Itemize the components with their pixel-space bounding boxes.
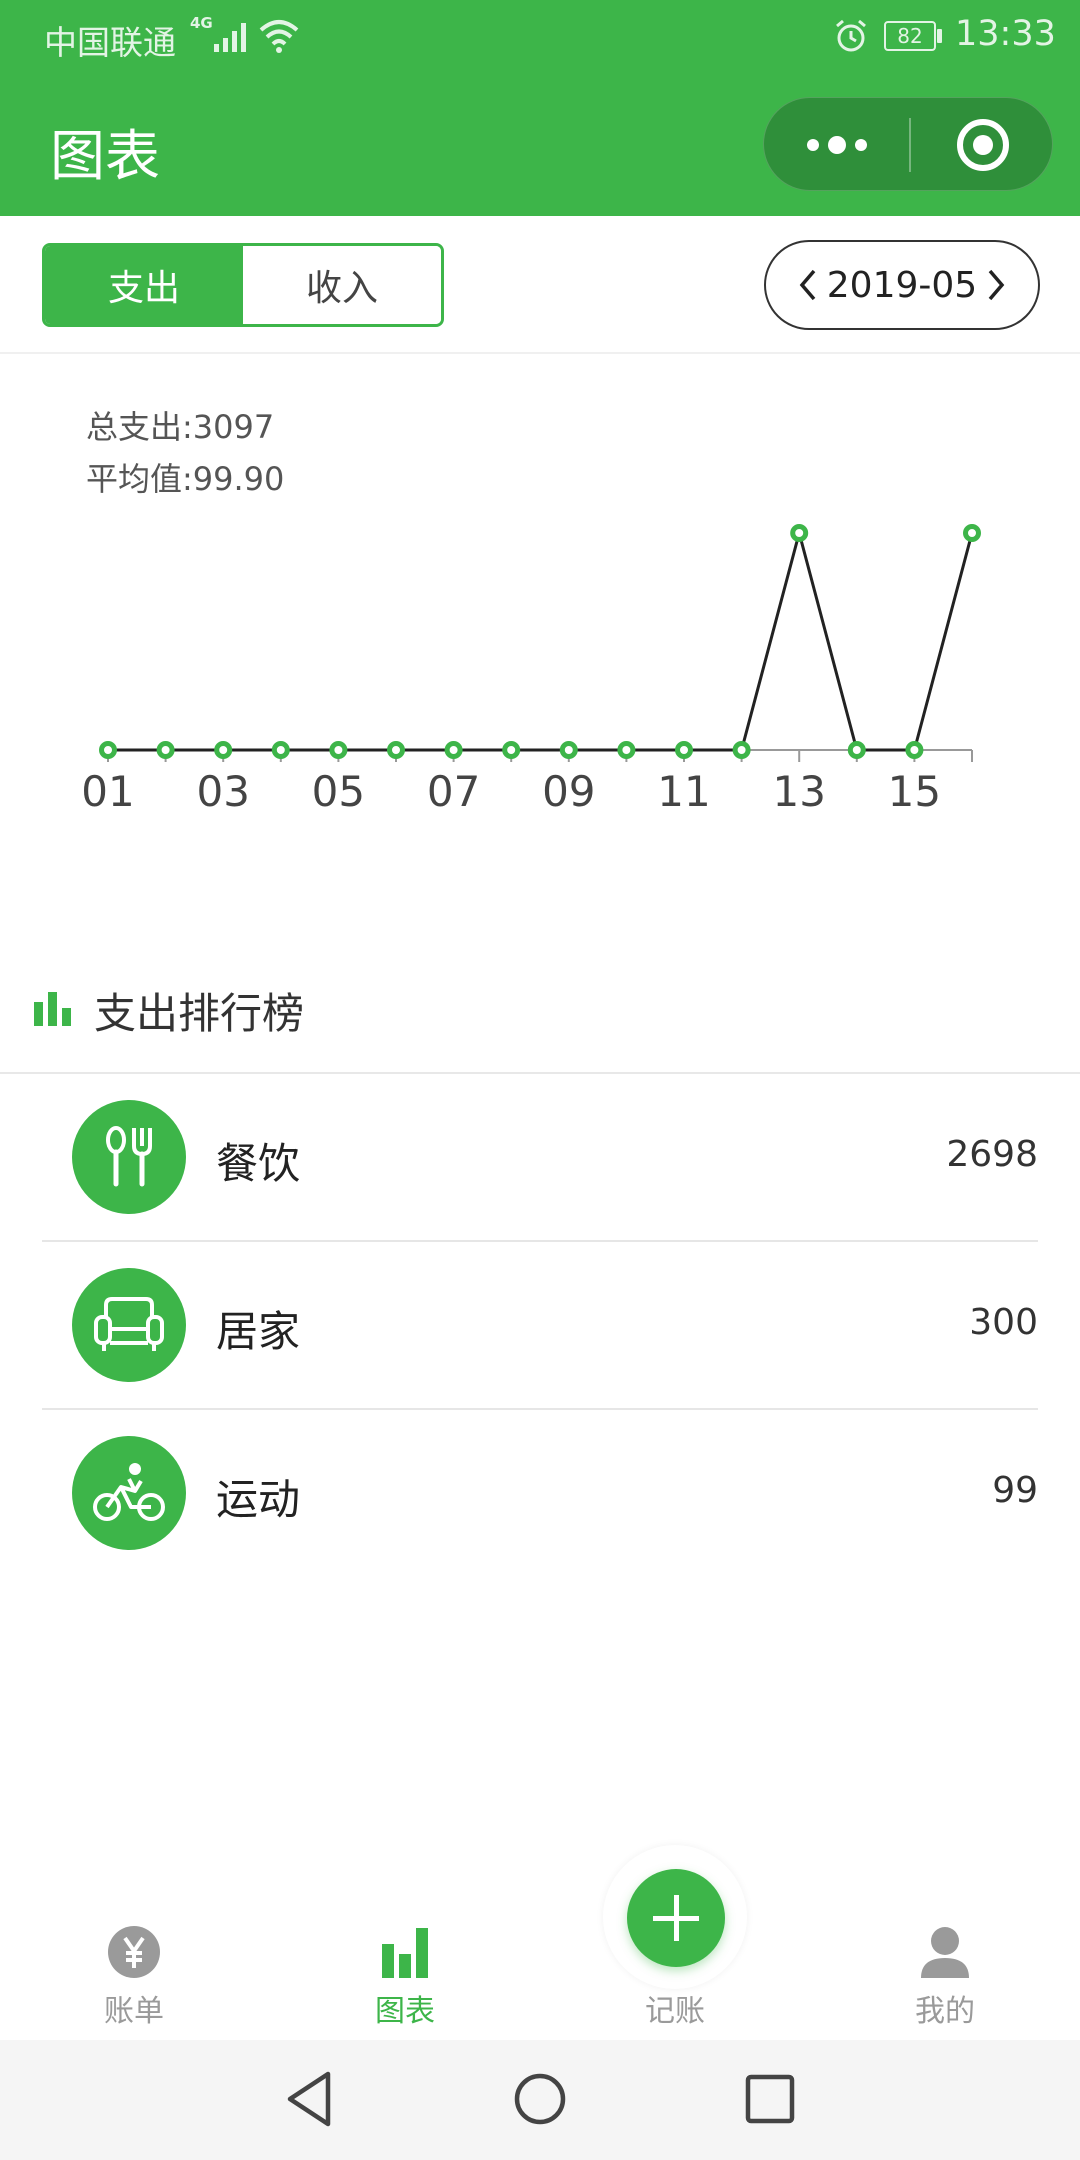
x-tick-label: 13 xyxy=(772,767,825,816)
back-icon[interactable] xyxy=(284,2070,334,2128)
chevron-right-icon[interactable] xyxy=(985,268,1007,302)
x-tick-label: 05 xyxy=(312,767,365,816)
signal-icon xyxy=(214,23,246,52)
category-name: 运动 xyxy=(216,1475,301,1524)
bar-chart-icon xyxy=(34,992,71,1026)
month-label: 2019-05 xyxy=(826,264,978,306)
status-bar: 中国联通 4G 82 13:33 xyxy=(0,0,1080,75)
wifi-icon xyxy=(259,20,299,53)
sofa-icon xyxy=(72,1268,186,1382)
category-amount: 99 xyxy=(992,1470,1038,1511)
battery-icon: 82 xyxy=(884,21,936,51)
chart-canvas: 01 03 05 07 09 11 13 15 xyxy=(81,524,981,816)
ranking-row[interactable]: 餐饮 2698 xyxy=(42,1074,1038,1242)
network-type: 4G xyxy=(190,14,213,32)
data-point xyxy=(502,741,521,759)
battery-level: 82 xyxy=(897,24,923,48)
x-tick-label: 07 xyxy=(427,767,480,816)
tab-label: 图表 xyxy=(375,1994,435,2029)
alarm-icon xyxy=(836,19,866,52)
x-tick-label: 15 xyxy=(888,767,941,816)
ranking-row[interactable]: 居家 300 xyxy=(42,1242,1038,1410)
tab-mine[interactable]: 我的 xyxy=(845,1924,1045,2029)
app-header: 图表 xyxy=(0,75,1080,216)
data-point xyxy=(617,741,636,759)
x-tick-label: 03 xyxy=(196,767,249,816)
data-point xyxy=(963,524,981,542)
cycling-icon xyxy=(72,1436,186,1550)
user-icon xyxy=(921,1927,969,1978)
data-point xyxy=(387,741,405,759)
more-dots-icon[interactable] xyxy=(764,98,909,192)
category-name: 餐饮 xyxy=(216,1139,301,1188)
target-close-icon[interactable] xyxy=(957,119,1009,171)
data-point xyxy=(559,741,578,759)
mini-program-capsule xyxy=(763,97,1053,191)
yen-icon xyxy=(108,1926,160,1978)
data-point xyxy=(847,741,866,759)
carrier-label: 中国联通 xyxy=(44,23,176,62)
clock: 13:33 xyxy=(955,14,1056,54)
data-point xyxy=(790,524,809,542)
data-point xyxy=(329,741,348,759)
tab-label: 记账 xyxy=(645,1994,705,2029)
bar-chart-icon xyxy=(382,1928,428,1978)
data-point xyxy=(271,741,290,759)
data-point xyxy=(732,741,751,759)
data-point xyxy=(905,741,924,759)
x-tick-label: 11 xyxy=(657,767,710,816)
category-amount: 300 xyxy=(969,1302,1038,1343)
type-segmented-control: 支出 收入 xyxy=(42,243,444,327)
chevron-left-icon[interactable] xyxy=(797,268,819,302)
data-point xyxy=(214,741,233,759)
ranking-row[interactable]: 运动 99 xyxy=(42,1410,1038,1578)
data-point xyxy=(156,741,175,759)
month-picker[interactable]: 2019-05 xyxy=(764,240,1040,330)
recents-icon[interactable] xyxy=(744,2070,796,2128)
series-line xyxy=(108,531,974,752)
bottom-tab-bar: 账单 图表 记账 我的 xyxy=(0,1880,1080,2040)
data-point xyxy=(444,741,463,759)
fork-spoon-icon xyxy=(72,1100,186,1214)
data-point xyxy=(675,741,693,759)
x-tick-label: 01 xyxy=(81,767,134,816)
system-nav-bar xyxy=(0,2040,1080,2160)
capsule-divider xyxy=(909,118,911,172)
battery-tip xyxy=(937,29,942,43)
category-amount: 2698 xyxy=(946,1134,1038,1175)
tab-bill[interactable]: 账单 xyxy=(34,1924,234,2029)
data-point xyxy=(99,741,117,759)
x-tick-label: 09 xyxy=(542,767,595,816)
tab-label: 账单 xyxy=(104,1994,164,2029)
page-title: 图表 xyxy=(50,124,161,188)
add-record-button[interactable] xyxy=(627,1869,725,1967)
category-name: 居家 xyxy=(216,1307,301,1356)
tab-income[interactable]: 收入 xyxy=(243,246,441,324)
tab-chart[interactable]: 图表 xyxy=(305,1924,505,2029)
ranking-header: 支出排行榜 xyxy=(0,958,1080,1074)
home-icon[interactable] xyxy=(512,2070,568,2128)
ranking-list: 餐饮 2698 居家 300 运动 99 xyxy=(42,1074,1038,1578)
line-chart: 总支出:3097 平均值:99.90 01 03 05 07 09 11 13 15 xyxy=(0,356,1080,896)
tab-expense[interactable]: 支出 xyxy=(45,246,243,324)
chart-toolbar: 支出 收入 2019-05 xyxy=(0,216,1080,354)
tab-label: 我的 xyxy=(915,1994,975,2029)
ranking-title: 支出排行榜 xyxy=(94,989,305,1038)
